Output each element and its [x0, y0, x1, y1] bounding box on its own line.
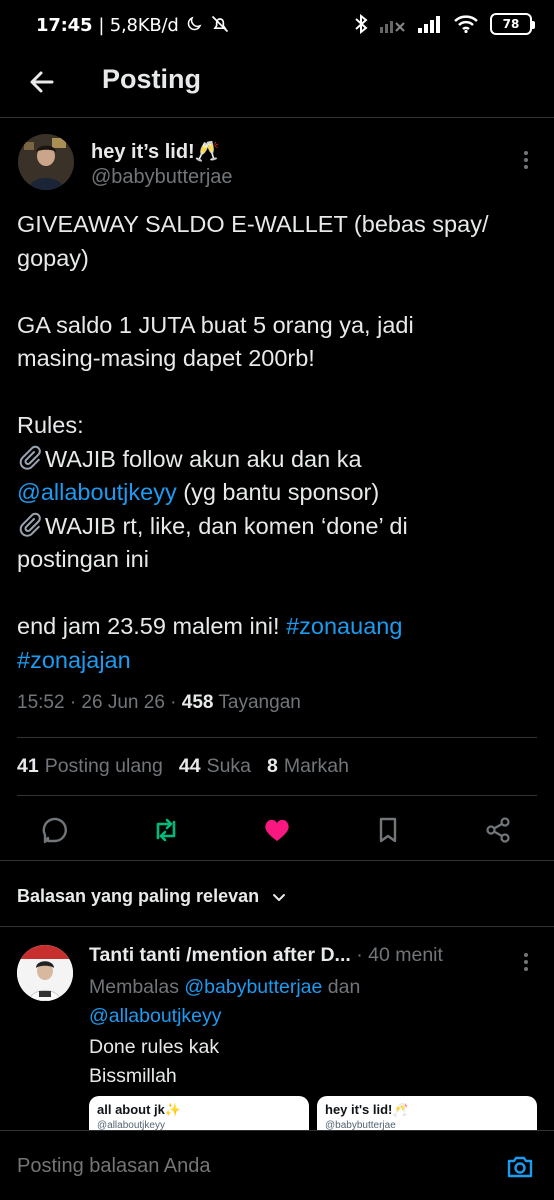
bookmark-icon[interactable]	[373, 815, 403, 845]
reply-composer	[0, 1130, 554, 1200]
status-bar: 17:45 | 5,8KB/d 78	[0, 0, 554, 52]
mention-link[interactable]: @allaboutjkeyy	[89, 1005, 222, 1027]
top-app-bar: Posting	[0, 52, 554, 118]
status-time: 17:45	[36, 15, 93, 36]
tweet-rules-label: Rules:	[17, 412, 84, 438]
card-title: all about jk✨	[97, 1102, 182, 1117]
mute-icon	[211, 15, 228, 33]
engagement-stats: 41 Posting ulang 44 Suka 8 Markah	[17, 755, 349, 778]
chevron-down-icon	[273, 893, 286, 901]
replying-and: dan	[322, 976, 361, 998]
tweet-rule-2: WAJIB rt, like, dan komen ‘done’ di post…	[17, 512, 408, 573]
author-avatar[interactable]	[18, 134, 74, 190]
tweet-text: GIVEAWAY SALDO E-WALLET (bebas spay/ gop…	[17, 208, 537, 677]
replying-to: Membalas @babybutterjae dan @allaboutjkey…	[89, 973, 529, 1031]
signal-x-icon	[380, 21, 405, 33]
bluetooth-icon	[355, 14, 368, 34]
mention-link[interactable]: @allaboutjkeyy	[17, 479, 177, 505]
replies-sort-dropdown[interactable]: Balasan yang paling relevan	[17, 886, 287, 907]
dnd-moon-icon	[187, 16, 202, 31]
more-vertical-icon[interactable]	[520, 148, 532, 172]
card-title: hey it's lid!🥂	[325, 1102, 409, 1117]
replies-sort-label: Balasan yang paling relevan	[17, 886, 260, 906]
likes-count: 44	[178, 755, 201, 777]
more-vertical-icon[interactable]	[520, 950, 532, 974]
signal-icon	[418, 16, 440, 33]
reply-avatar[interactable]	[17, 945, 73, 1001]
tweet-end-text: end jam 23.59 malem ini!	[17, 613, 287, 639]
camera-icon[interactable]	[505, 1151, 535, 1181]
paperclip-icon	[17, 510, 45, 544]
status-right: 78	[354, 13, 535, 35]
reply-time: · 40 menit	[350, 944, 443, 966]
status-left: 17:45 | 5,8KB/d	[36, 14, 231, 36]
views-label: Tayangan	[213, 692, 301, 713]
reply-input[interactable]	[17, 1155, 477, 1178]
paperclip-icon	[17, 443, 45, 477]
hashtag-link[interactable]: #zonajajan	[17, 647, 131, 673]
divider	[17, 795, 537, 796]
repost-icon[interactable]	[151, 815, 181, 845]
bookmarks-stat[interactable]: 8 Markah	[267, 755, 349, 778]
mention-link[interactable]: @babybutterjae	[184, 976, 322, 998]
divider	[0, 926, 554, 927]
divider	[17, 737, 537, 738]
reply-header: Tanti tanti /mention after D... · 40 men…	[89, 944, 443, 967]
battery-indicator: 78	[490, 13, 535, 35]
views-count: 458	[181, 692, 214, 713]
arrow-left-icon[interactable]	[26, 66, 58, 98]
tweet-line-info: GA saldo 1 JUTA buat 5 orang ya, jadi ma…	[17, 311, 414, 372]
wifi-icon	[454, 15, 478, 33]
tweet-rule-1-tail: (yg bantu sponsor)	[176, 479, 380, 505]
tweet-rule-1: WAJIB follow akun aku dan ka	[45, 445, 362, 472]
share-icon[interactable]	[483, 815, 513, 845]
likes-stat[interactable]: 44 Suka	[179, 755, 251, 778]
reply-text: Done rules kak Bissmillah	[89, 1036, 220, 1087]
author-name[interactable]: hey it’s lid!🥂	[91, 139, 220, 164]
reply-author-name[interactable]: Tanti tanti /mention after D...	[89, 944, 351, 966]
author-handle[interactable]: @babybutterjae	[91, 166, 233, 189]
tweet-meta: 15:52 · 26 Jun 26 · 458 Tayangan	[17, 692, 301, 714]
heart-icon[interactable]	[262, 815, 292, 845]
comment-icon[interactable]	[40, 815, 70, 845]
status-network-speed: | 5,8KB/d	[98, 15, 179, 36]
tweet-actions	[0, 810, 554, 850]
likes-label: Suka	[206, 755, 252, 777]
divider	[0, 860, 554, 861]
reposts-count: 41	[17, 755, 39, 777]
page-title: Posting	[102, 64, 201, 94]
tweet-line-title: GIVEAWAY SALDO E-WALLET (bebas spay/ gop…	[17, 211, 489, 271]
hashtag-link[interactable]: #zonauang	[286, 613, 402, 639]
bookmarks-count: 8	[267, 755, 278, 777]
reposts-stat[interactable]: 41 Posting ulang	[17, 755, 163, 778]
reposts-label: Posting ulang	[44, 755, 163, 777]
tweet-timestamp: 15:52 · 26 Jun 26 ·	[17, 692, 182, 713]
battery-level: 78	[502, 17, 520, 31]
replying-label: Membalas	[89, 976, 185, 998]
bookmarks-label: Markah	[283, 755, 349, 777]
